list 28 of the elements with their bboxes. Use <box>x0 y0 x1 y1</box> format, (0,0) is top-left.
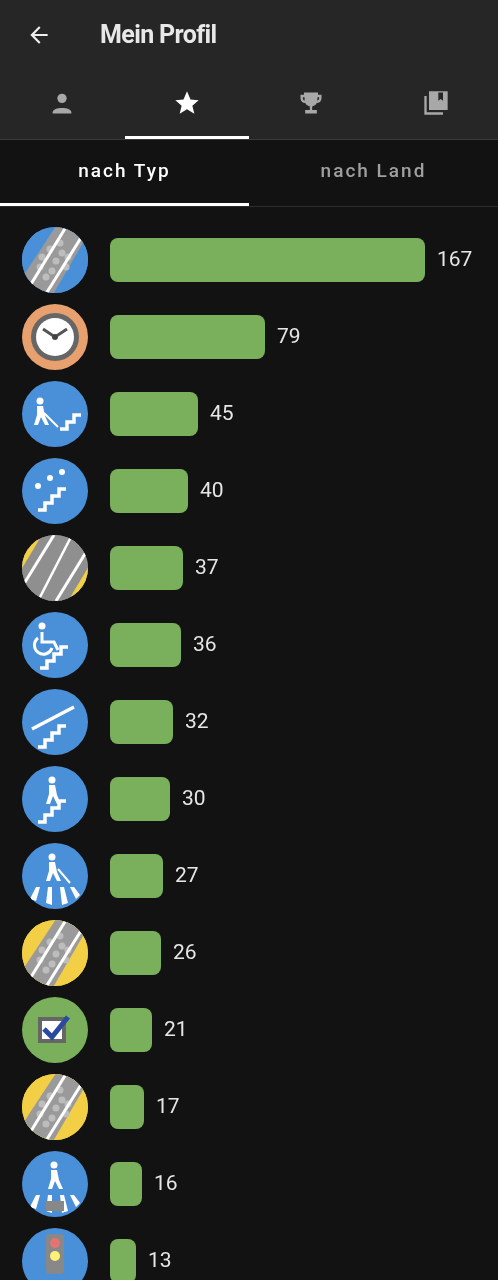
stat-count: 17 <box>156 1093 180 1121</box>
stat-bar <box>110 1008 152 1052</box>
sub-tab[interactable]: nach Typ <box>0 140 249 206</box>
stat-bar <box>110 931 161 975</box>
stat-count: 45 <box>210 400 234 428</box>
stat-count: 40 <box>200 477 224 505</box>
screen-title: Mein Profil <box>100 19 217 52</box>
stat-bar <box>110 854 163 898</box>
stat-bar <box>110 1239 136 1280</box>
stat-count: 167 <box>437 246 473 274</box>
stat-count: 30 <box>182 785 206 813</box>
stat-count: 26 <box>173 939 197 967</box>
stat-count: 36 <box>193 631 217 659</box>
stat-count: 13 <box>148 1247 172 1275</box>
stat-count: 16 <box>154 1170 178 1198</box>
stat-count: 37 <box>195 554 219 582</box>
stat-bar <box>110 777 170 821</box>
stat-count: 79 <box>277 323 301 351</box>
sub-tab[interactable]: nach Land <box>249 140 498 206</box>
stat-bar <box>110 700 173 744</box>
stat-count: 32 <box>185 708 209 736</box>
stat-bar <box>110 1085 144 1129</box>
stat-bar <box>110 1162 142 1206</box>
stat-count: 21 <box>164 1016 188 1044</box>
traffic-light-icon <box>22 1228 88 1280</box>
stat-bar <box>110 623 181 667</box>
stat-count: 27 <box>175 862 199 890</box>
book-stack-icon <box>421 89 450 117</box>
